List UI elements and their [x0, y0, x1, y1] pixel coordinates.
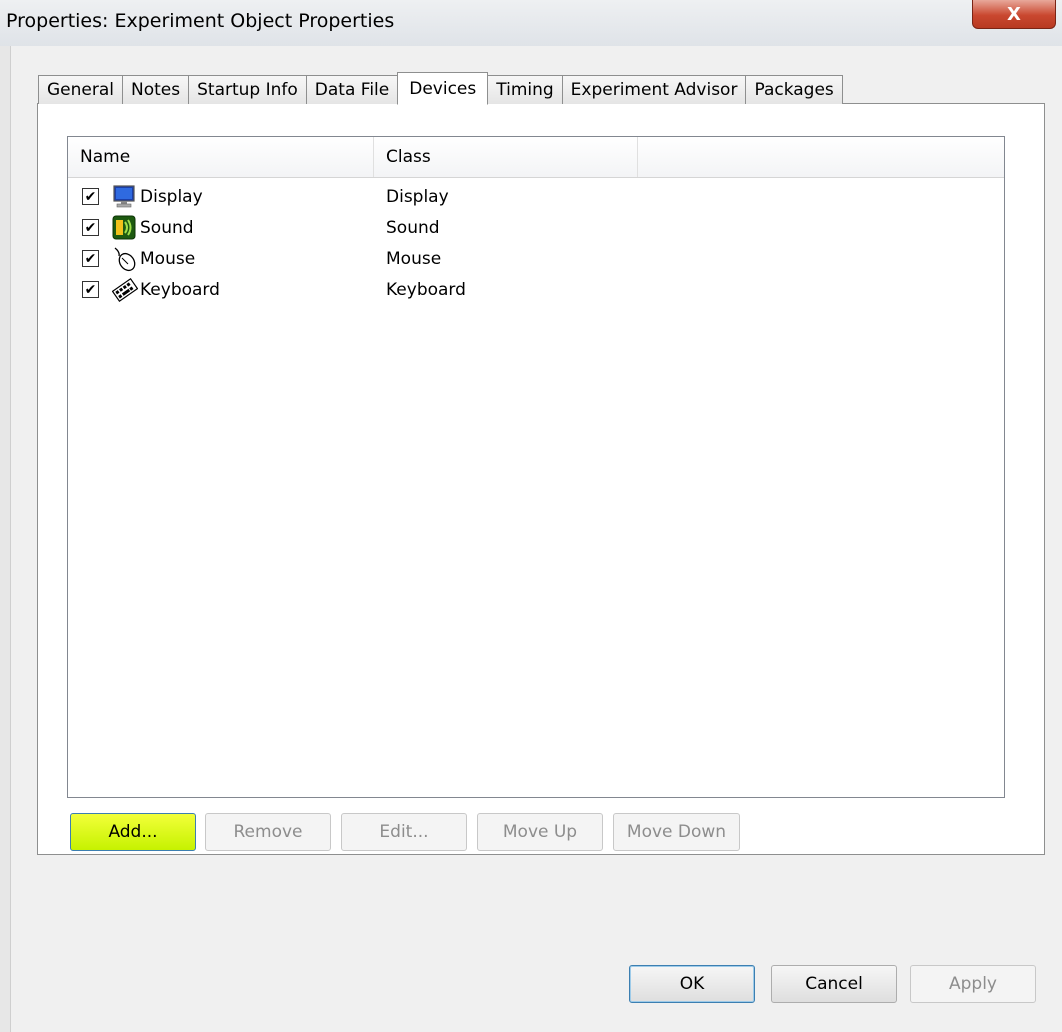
check-icon: ✔: [84, 219, 97, 236]
window-title: Properties: Experiment Object Properties: [6, 10, 395, 32]
device-checkbox[interactable]: ✔: [82, 219, 99, 236]
devices-list[interactable]: Name Class ✔ Display Display ✔ Sound Sou…: [67, 136, 1005, 798]
device-name: Keyboard: [140, 279, 220, 300]
move-down-button[interactable]: Move Down: [613, 813, 740, 851]
tab-notes[interactable]: Notes: [122, 75, 190, 104]
device-name: Display: [140, 186, 203, 207]
device-class: Mouse: [386, 248, 442, 269]
tab-label: Devices: [409, 78, 477, 99]
device-class: Display: [386, 186, 449, 207]
close-icon: X: [1007, 3, 1021, 25]
tab-label: Timing: [496, 80, 554, 100]
tab-label: Startup Info: [197, 80, 298, 100]
check-icon: ✔: [84, 281, 97, 298]
device-checkbox[interactable]: ✔: [82, 188, 99, 205]
device-name: Sound: [140, 217, 194, 238]
list-item[interactable]: ✔ Keyboard Keyboard: [68, 274, 1004, 305]
tab-label: Notes: [131, 80, 181, 100]
remove-button[interactable]: Remove: [205, 813, 331, 851]
column-header-name[interactable]: Name: [68, 137, 374, 177]
tab-devices[interactable]: Devices: [397, 72, 489, 105]
tab-label: General: [47, 80, 114, 100]
list-header: Name Class: [68, 137, 1004, 178]
close-button[interactable]: X: [972, 0, 1056, 29]
list-item[interactable]: ✔ Display Display: [68, 181, 1004, 212]
column-header-empty[interactable]: [638, 137, 1004, 177]
add-button[interactable]: Add...: [70, 813, 196, 851]
display-icon: [113, 184, 135, 207]
edit-button[interactable]: Edit...: [341, 813, 467, 851]
device-class: Keyboard: [386, 279, 466, 300]
check-icon: ✔: [84, 188, 97, 205]
cancel-button[interactable]: Cancel: [771, 965, 897, 1003]
check-icon: ✔: [84, 250, 97, 267]
keyboard-icon: [112, 277, 138, 302]
apply-button[interactable]: Apply: [910, 965, 1036, 1003]
tab-label: Experiment Advisor: [570, 80, 738, 100]
tab-data-file[interactable]: Data File: [305, 75, 399, 104]
window-left-edge: [0, 46, 11, 1032]
tab-label: Packages: [754, 80, 834, 100]
device-checkbox[interactable]: ✔: [82, 281, 99, 298]
column-header-class[interactable]: Class: [374, 137, 638, 177]
tab-experiment-advisor[interactable]: Experiment Advisor: [561, 75, 747, 104]
sound-icon: [112, 215, 136, 239]
device-checkbox[interactable]: ✔: [82, 250, 99, 267]
tab-strip: General Notes Startup Info Data File Dev…: [38, 72, 843, 105]
tab-packages[interactable]: Packages: [745, 75, 843, 104]
column-label: Class: [386, 147, 431, 167]
tab-timing[interactable]: Timing: [487, 75, 563, 104]
title-bar: Properties: Experiment Object Properties…: [0, 0, 1062, 46]
ok-button[interactable]: OK: [629, 965, 755, 1003]
move-up-button[interactable]: Move Up: [477, 813, 603, 851]
tab-label: Data File: [314, 80, 390, 100]
tab-startup-info[interactable]: Startup Info: [188, 75, 307, 104]
tab-general[interactable]: General: [38, 75, 123, 104]
list-item[interactable]: ✔ Mouse Mouse: [68, 243, 1004, 274]
column-label: Name: [80, 147, 131, 167]
list-item[interactable]: ✔ Sound Sound: [68, 212, 1004, 243]
device-name: Mouse: [140, 248, 196, 269]
device-class: Sound: [386, 217, 440, 238]
mouse-icon: [114, 246, 136, 271]
